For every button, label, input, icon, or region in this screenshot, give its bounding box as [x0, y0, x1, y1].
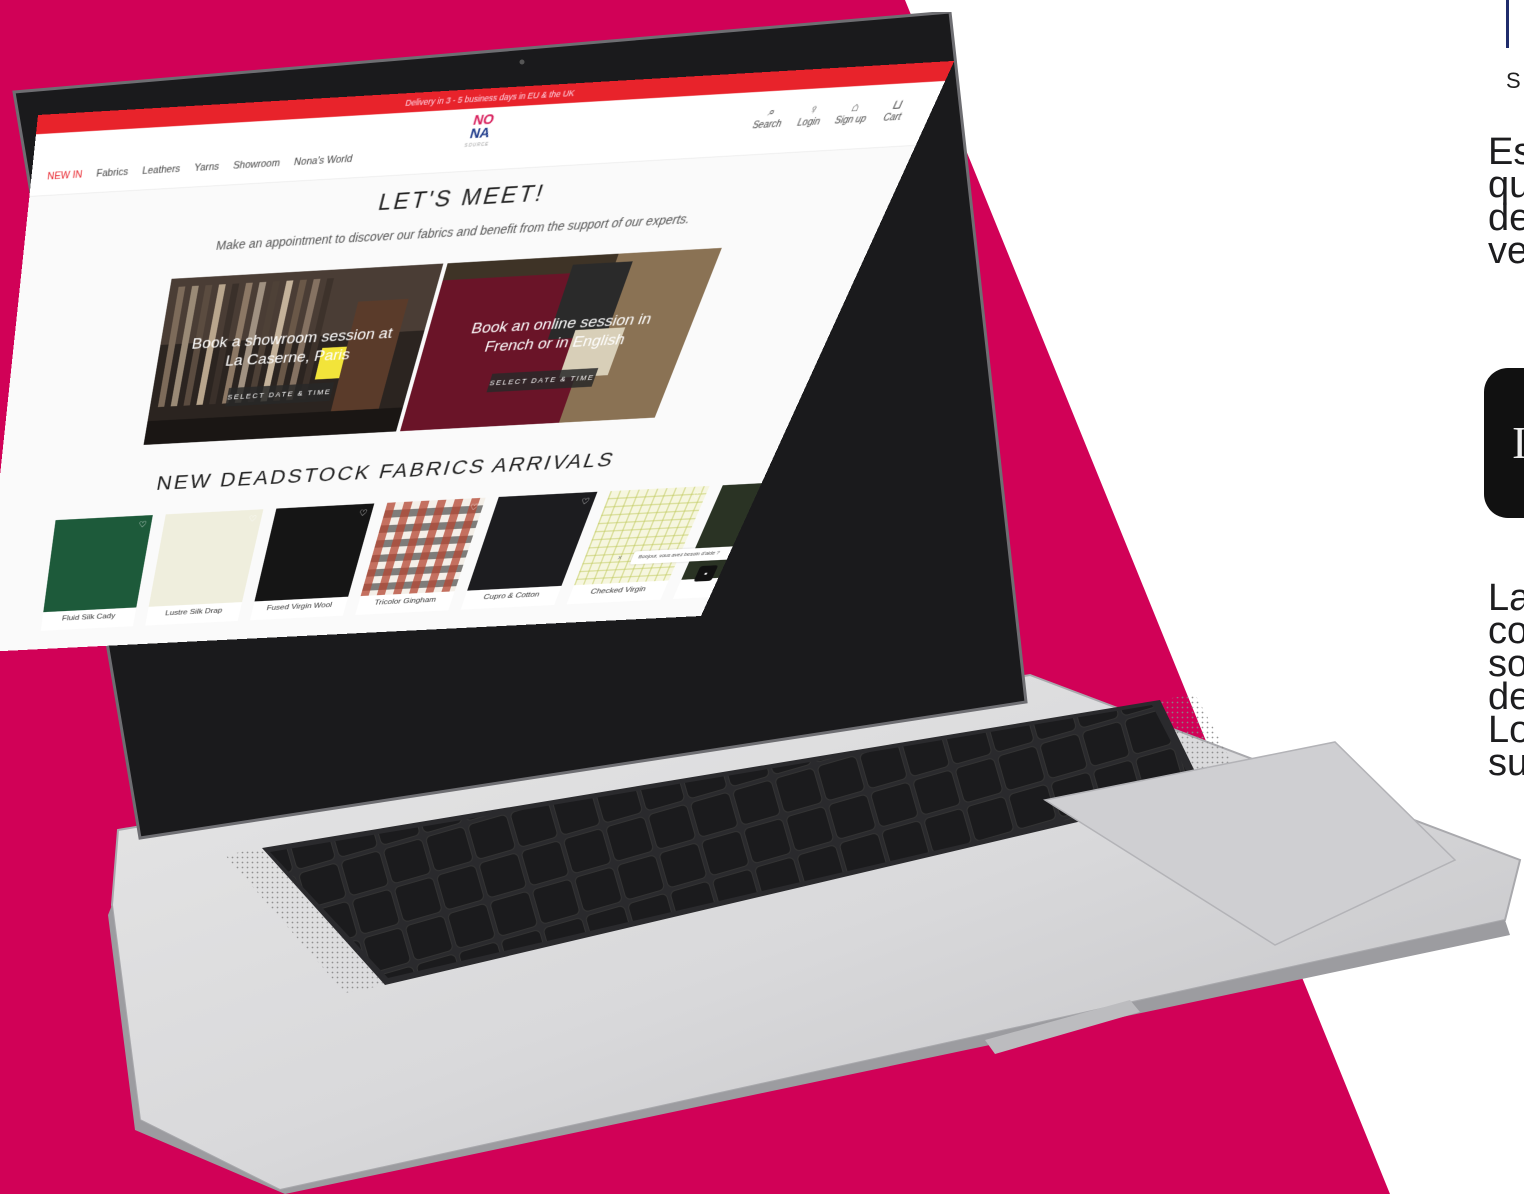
nav-fabrics[interactable]: Fabrics [96, 166, 129, 179]
product-name: Tricolor Gingham [373, 595, 438, 607]
nav-leathers[interactable]: Leathers [141, 163, 181, 176]
showroom-card[interactable]: Book a showroom session at La Caserne, P… [143, 263, 444, 445]
user-icon: ♀ [806, 101, 822, 117]
nav-new-in[interactable]: NEW IN [47, 169, 83, 182]
product-card[interactable]: ♡ Fused Virgin Wool [250, 503, 375, 621]
product-swatch [43, 515, 153, 613]
product-swatch [254, 503, 375, 602]
tool-label: Sign up [832, 114, 868, 127]
product-swatch [148, 509, 264, 607]
tool-label: Search [750, 119, 784, 132]
logo-sub: SOURCE [463, 141, 490, 149]
gift-icon: ⌂ [849, 99, 863, 115]
main-nav: NEW IN Fabrics Leathers Yarns Showroom N… [47, 153, 354, 182]
search-icon: ⌕ [765, 104, 779, 120]
product-name: Fused Virgin Wool [265, 601, 333, 613]
nav-yarns[interactable]: Yarns [193, 161, 220, 174]
nav-nonas-world[interactable]: Nona's World [293, 153, 354, 168]
product-name: Lustre Silk Drap [164, 606, 224, 618]
camera-icon [519, 59, 525, 65]
tool-label: Cart [881, 112, 903, 124]
product-card[interactable]: ♡ Lustre Silk Drap [145, 509, 264, 626]
product-name: Fluid Silk Cady [61, 612, 116, 623]
nav-showroom[interactable]: Showroom [232, 158, 281, 172]
cart-button[interactable]: ⊔ Cart [871, 96, 921, 124]
site-logo[interactable]: NO NA [460, 111, 504, 143]
logo-line-2: NA [467, 124, 493, 143]
product-swatch [360, 497, 486, 597]
online-card[interactable]: Book an online session in French or in E… [400, 247, 722, 432]
tool-label: Login [795, 116, 822, 129]
product-card[interactable]: ♡ Fluid Silk Cady [40, 515, 153, 631]
cart-icon: ⊔ [890, 96, 906, 112]
product-name: Checked Virgin [589, 585, 648, 596]
product-name: Cupro & Cotton [482, 590, 541, 602]
